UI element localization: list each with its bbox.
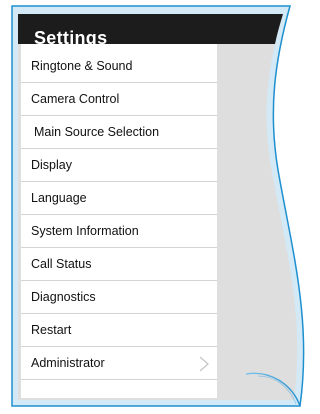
menu-item-call-status[interactable]: Call Status xyxy=(21,248,217,281)
menu-item-label: Restart xyxy=(31,323,72,337)
menu-item-label: Main Source Selection xyxy=(34,125,160,139)
menu-item-diagnostics[interactable]: Diagnostics xyxy=(21,281,217,314)
menu-item-label: Call Status xyxy=(31,257,92,271)
settings-title: Settings xyxy=(34,28,108,48)
settings-screen: Settings Ringtone & Sound Camera Control… xyxy=(0,0,312,414)
menu-item-label: Ringtone & Sound xyxy=(31,59,133,73)
menu-item-label: Administrator xyxy=(31,356,105,370)
menu-item-display[interactable]: Display xyxy=(21,149,217,182)
menu-item-system-information[interactable]: System Information xyxy=(21,215,217,248)
menu-item-ringtone-sound[interactable]: Ringtone & Sound xyxy=(21,50,217,83)
menu-item-language[interactable]: Language xyxy=(21,182,217,215)
menu-item-label: System Information xyxy=(31,224,139,238)
chevron-right-icon xyxy=(199,356,209,372)
menu-item-label: Display xyxy=(31,158,72,172)
menu-empty-row xyxy=(21,380,217,400)
settings-menu: Ringtone & Sound Camera Control Main Sou… xyxy=(21,50,217,380)
menu-item-label: Diagnostics xyxy=(31,290,96,304)
menu-item-camera-control[interactable]: Camera Control xyxy=(21,83,217,116)
menu-item-label: Camera Control xyxy=(31,92,120,106)
settings-header: Settings xyxy=(20,26,220,50)
menu-item-restart[interactable]: Restart xyxy=(21,314,217,347)
menu-item-main-source-selection[interactable]: Main Source Selection xyxy=(21,116,217,149)
menu-item-label: Language xyxy=(31,191,87,205)
menu-item-administrator[interactable]: Administrator xyxy=(21,347,217,380)
